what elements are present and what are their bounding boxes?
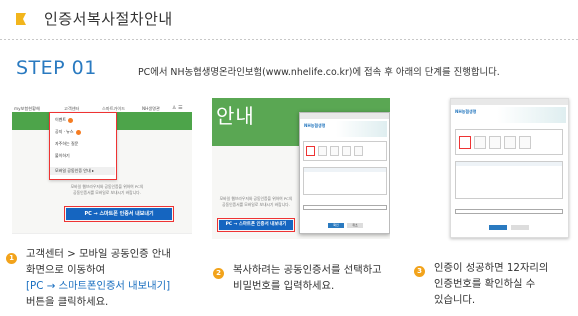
cert-location-tile <box>354 146 363 156</box>
dropdown-item-misc: 불이하기 <box>55 153 70 158</box>
instruction-link-text: [PC → 스마트폰인증서 내보내기] <box>26 280 171 292</box>
auth-number-field-preview <box>455 209 563 214</box>
cert-list-box <box>455 161 563 199</box>
cert-location-tile <box>504 136 516 149</box>
cert-location-tile <box>318 146 327 156</box>
export-cert-button-preview: PC → 스마트폰 인증서 내보내기 <box>66 208 172 220</box>
dropdown-item-event: 이벤트 <box>55 117 74 123</box>
step-label: STEP 01 <box>16 57 97 79</box>
password-field-preview <box>303 205 387 210</box>
dropdown-item-faq: 자주하는 질문 <box>55 141 79 146</box>
new-badge-icon <box>75 129 81 135</box>
nh-logo: NH농협생명 <box>304 123 326 128</box>
dialog-cancel-button <box>511 225 529 230</box>
cert-location-tile <box>519 136 531 149</box>
chevron-right-icon: ▸ <box>91 168 94 173</box>
dialog-banner <box>497 107 566 123</box>
flag-icon <box>17 13 22 25</box>
new-badge-icon <box>68 117 74 123</box>
cert-location-tile <box>489 136 501 149</box>
nh-logo: NH농협생명 <box>455 109 477 114</box>
page-title: 인증서복사절차안내 <box>44 10 173 28</box>
screenshot-auth-number: NH농협생명 <box>450 98 569 238</box>
dropdown-item-mobile-cert: 모바일 공동인증 안내 ▸ <box>50 167 115 175</box>
dialog-banner <box>336 121 387 137</box>
cert-select-dialog: NH농협생명 확인 취소 <box>299 112 390 234</box>
cert-location-tile <box>330 146 339 156</box>
dropdown-item-notice: 공지 · 뉴스 <box>55 129 81 135</box>
faded-text: 공동인증서를 모바일로 보내시기 바랍니다. <box>73 190 141 195</box>
cta-highlight: PC → 스마트폰 인증서 내보내기 <box>217 218 295 232</box>
banner-text: 안내 <box>216 104 255 128</box>
screenshot-select-cert: 안내 모바일 웹브라우저와 공동인증을 위하여 PC의 공동인증서를 모바일로 … <box>212 98 390 239</box>
header-divider <box>0 39 578 40</box>
cert-location-box <box>303 141 387 161</box>
dialog-ok-button <box>489 225 507 230</box>
instruction-3: 인증이 성공하면 12자리의 인증번호를 확인하실 수 있습니다. <box>434 262 549 306</box>
step-number-3: 3 <box>414 266 425 277</box>
cert-location-tile <box>306 146 315 156</box>
dialog-cancel-button: 취소 <box>347 223 363 228</box>
site-nav: my보험현황해 고객센터 스마트가이드 NH생명관 ♙ ☰ <box>12 98 192 112</box>
export-cert-button-preview: PC → 스마트폰 인증서 내보내기 <box>219 220 293 230</box>
dialog-titlebar <box>451 99 568 105</box>
cert-location-tile <box>474 136 486 149</box>
cert-list-box <box>303 167 387 195</box>
cert-list-header <box>456 162 562 166</box>
nav-item: my보험현황해 <box>14 106 40 111</box>
cert-list-header <box>304 168 386 172</box>
screenshot-customer-center: my보험현황해 고객센터 스마트가이드 NH생명관 ♙ ☰ 모바일 웹브라우저와… <box>12 98 192 234</box>
cert-location-tile <box>342 146 351 156</box>
dialog-ok-button: 확인 <box>328 223 344 228</box>
user-menu-icon: ♙ ☰ <box>172 105 183 111</box>
nav-item: NH생명관 <box>142 106 160 111</box>
step-description: PC에서 NH농협생명온라인보험(www.nhelife.co.kr)에 접속 … <box>138 67 500 78</box>
cert-location-box <box>455 129 563 155</box>
instruction-2: 복사하려는 공동인증서를 선택하고 비밀번호를 입력하세요. <box>233 264 382 292</box>
faded-text: 공동인증서를 모바일로 보내시기 바랍니다. <box>222 202 290 207</box>
step-number-1: 1 <box>6 253 17 264</box>
auth-number-dialog: NH농협생명 <box>451 99 568 237</box>
dialog-titlebar <box>300 113 389 119</box>
instruction-1: 고객센터 > 모바일 공동인증 안내 화면으로 이동하여 [PC → 스마트폰인… <box>26 248 171 308</box>
nav-item: 고객센터 <box>64 106 80 111</box>
nav-item: 스마트가이드 <box>102 106 126 111</box>
cert-location-tile <box>459 136 471 149</box>
step-number-2: 2 <box>213 268 224 279</box>
cta-highlight: PC → 스마트폰 인증서 내보내기 <box>64 206 174 222</box>
customer-center-dropdown: 이벤트 공지 · 뉴스 자주하는 질문 불이하기 모바일 공동인증 안내 ▸ <box>49 112 117 180</box>
page-header: 인증서복사절차안내 <box>0 0 578 40</box>
